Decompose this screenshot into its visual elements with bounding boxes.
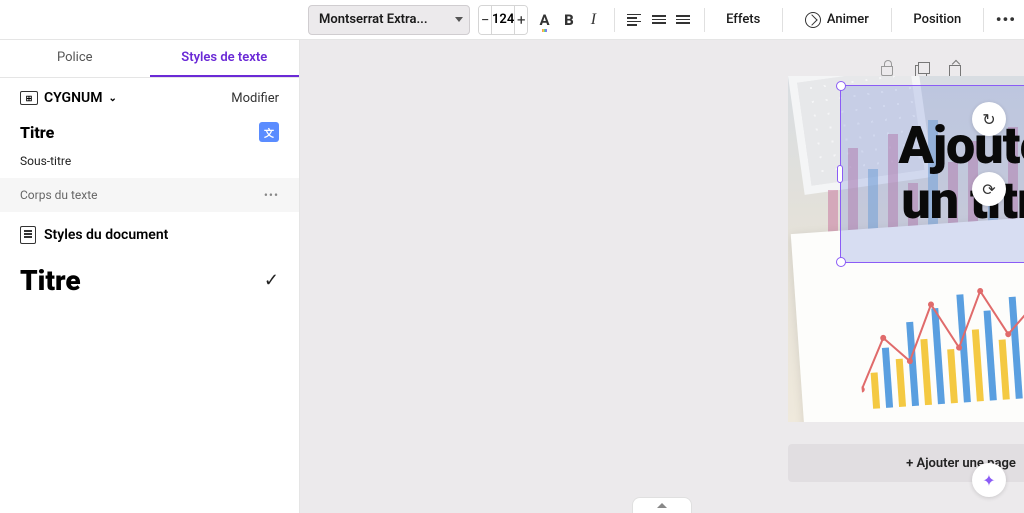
translate-icon[interactable]: 文 [259, 122, 279, 142]
document-icon [20, 226, 36, 244]
panel-tabs: Police Styles de texte [0, 40, 299, 78]
font-size-input[interactable]: 124 [491, 5, 515, 35]
brand-kit-select[interactable]: ⊞ CYGNUM ⌄ [20, 90, 117, 106]
line-chart [853, 253, 1024, 409]
undo-float-button[interactable]: ↻ [972, 102, 1006, 136]
align-button[interactable] [626, 5, 642, 35]
toolbar-divider [704, 8, 705, 32]
title-line-2: un titre [901, 174, 1024, 229]
color-bar-icon [542, 29, 546, 32]
document-styles-label: Styles du document [44, 227, 168, 243]
brand-name: CYGNUM [44, 90, 102, 106]
font-size-stepper: − 124 + [478, 5, 528, 35]
style-subtitle[interactable]: Sous-titre [0, 150, 299, 178]
text-color-button[interactable]: A [536, 5, 552, 35]
chevron-down-icon [455, 17, 463, 22]
sync-float-button[interactable]: ⟳ [972, 172, 1006, 206]
effects-button[interactable]: Effets [716, 5, 770, 35]
brand-kit-row: ⊞ CYGNUM ⌄ Modifier [0, 78, 299, 118]
style-title[interactable]: Titre [20, 123, 54, 142]
font-family-select[interactable]: Montserrat Extra... [308, 5, 470, 35]
list-icon [652, 15, 666, 24]
tab-font[interactable]: Police [0, 40, 150, 77]
italic-button[interactable]: I [585, 5, 601, 35]
doc-style-title-row[interactable]: Titre ✓ [0, 258, 299, 303]
resize-handle-bl[interactable] [836, 257, 846, 267]
style-body-label: Corps du texte [20, 188, 98, 202]
doc-style-title: Titre [20, 264, 81, 297]
text-toolbar: Montserrat Extra... − 124 + A B I Effets… [0, 0, 1024, 40]
lock-icon [881, 66, 893, 76]
tab-text-styles[interactable]: Styles de texte [150, 40, 300, 77]
increase-size-button[interactable]: + [515, 5, 527, 35]
resize-handle-left[interactable] [837, 165, 843, 183]
more-icon[interactable]: ••• [264, 188, 279, 202]
magic-float-button[interactable]: ✦ [972, 463, 1006, 497]
title-line-1: Ajouter [899, 119, 1024, 174]
animate-label: Animer [827, 12, 869, 27]
bold-button[interactable]: B [561, 5, 577, 35]
decrease-size-button[interactable]: − [479, 5, 491, 35]
toolbar-divider [614, 8, 615, 32]
font-family-label: Montserrat Extra... [319, 12, 428, 27]
canvas-area[interactable]: ✦ CYGNUM Ajouter un titre + Ajouter une … [300, 40, 1024, 513]
toolbar-divider [983, 8, 984, 32]
resize-handle-tl[interactable] [836, 81, 846, 91]
brand-kit-icon: ⊞ [20, 91, 38, 105]
modify-link[interactable]: Modifier [231, 91, 279, 106]
chevron-up-icon [657, 503, 667, 508]
check-icon: ✓ [264, 270, 279, 291]
chevron-down-icon: ⌄ [108, 93, 116, 104]
pages-tray-toggle[interactable] [632, 497, 692, 513]
text-color-glyph: A [539, 11, 549, 29]
position-button[interactable]: Position [903, 5, 971, 35]
side-panel: Police Styles de texte ⊞ CYGNUM ⌄ Modifi… [0, 40, 300, 513]
toolbar-divider [782, 8, 783, 32]
document-styles-header: Styles du document [0, 212, 299, 258]
animate-button[interactable]: Animer [795, 5, 879, 35]
toolbar-divider [891, 8, 892, 32]
list-button[interactable] [651, 5, 667, 35]
spacing-icon [676, 15, 690, 24]
animate-icon [805, 12, 821, 28]
spacing-button[interactable] [675, 5, 691, 35]
style-body-row[interactable]: Corps du texte ••• [0, 178, 299, 212]
align-icon [627, 14, 641, 26]
more-button[interactable]: ••• [996, 5, 1016, 35]
